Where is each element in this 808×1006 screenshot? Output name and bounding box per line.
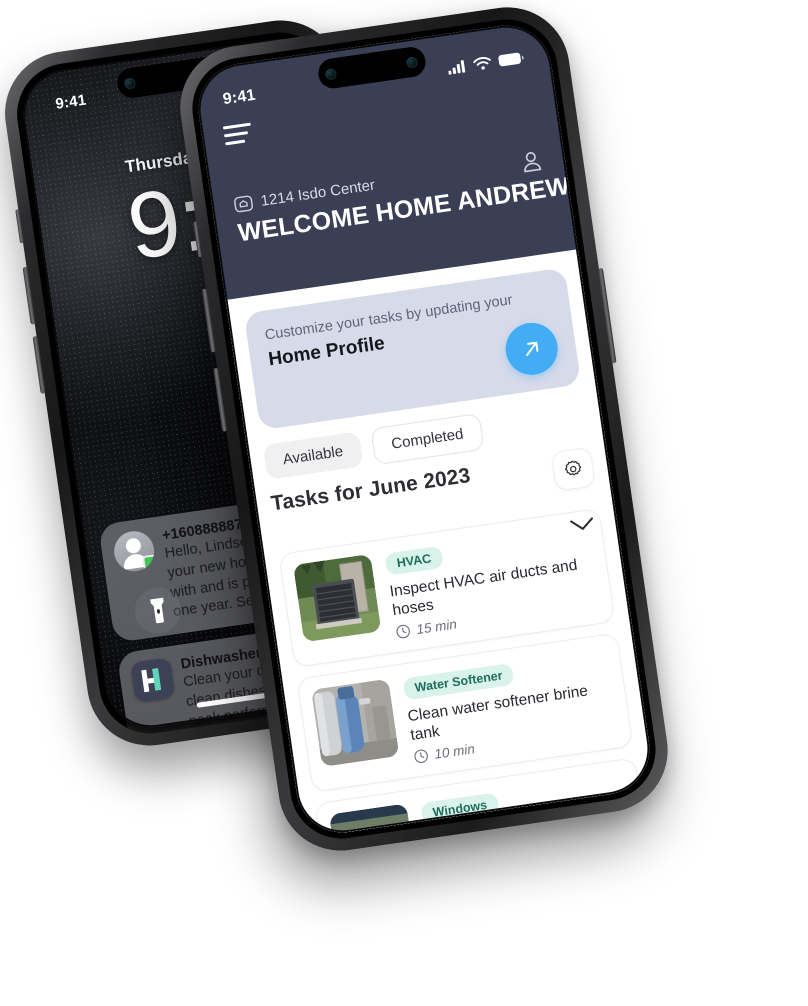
house-windows-photo (328, 802, 418, 839)
tab-completed[interactable]: Completed (370, 412, 485, 466)
messages-app-badge-icon (141, 554, 157, 572)
app-content: Customize your tasks by updating your Ho… (225, 249, 656, 839)
settings-button[interactable] (550, 446, 596, 492)
status-badge: HVAC (384, 545, 444, 576)
chevron-down-icon (570, 517, 594, 530)
task-details: Water Softener Clean water softener brin… (402, 647, 619, 764)
power-button[interactable] (597, 267, 617, 364)
task-duration-label: 10 min (433, 740, 476, 762)
status-bar-indicators (447, 51, 525, 75)
person-icon (524, 152, 542, 173)
water-softener-tanks-photo (311, 678, 400, 767)
tab-available[interactable]: Available (262, 431, 364, 480)
hvac-condenser-photo (293, 553, 382, 643)
task-details: HVAC Inspect HVAC air ducts and hoses 15… (384, 523, 601, 640)
task-duration-label: 15 min (415, 616, 458, 637)
cellular-signal-icon (448, 59, 466, 75)
clock-icon (414, 749, 428, 763)
wifi-icon (473, 56, 491, 70)
status-bar-time: 9:41 (221, 86, 257, 109)
task-details: Windows Inspect window seals, screens, a… (420, 771, 639, 838)
contact-avatar-icon (111, 528, 157, 574)
screenshot-canvas: 9:41 Thursday, Jun 9:4 +16088888767 Hell… (0, 0, 808, 1006)
home-icon (234, 195, 254, 213)
collapse-tasks-button[interactable] (568, 515, 597, 539)
mute-switch[interactable] (15, 209, 25, 244)
status-badge: Windows (420, 791, 500, 825)
volume-up-button[interactable] (22, 266, 36, 325)
gear-icon (564, 460, 582, 476)
hamburger-menu-icon[interactable] (222, 122, 254, 147)
flashlight-icon (149, 597, 164, 624)
arrow-up-right-icon (526, 341, 539, 357)
volume-down-button[interactable] (32, 335, 46, 394)
app-logo-icon (130, 657, 176, 703)
task-list: HVAC Inspect HVAC air ducts and hoses 15… (278, 507, 655, 839)
battery-icon (498, 52, 524, 66)
page-title: WELCOME HOME ANDREW (236, 171, 572, 248)
clock-icon (396, 624, 410, 639)
lock-status-time: 9:41 (54, 91, 88, 113)
